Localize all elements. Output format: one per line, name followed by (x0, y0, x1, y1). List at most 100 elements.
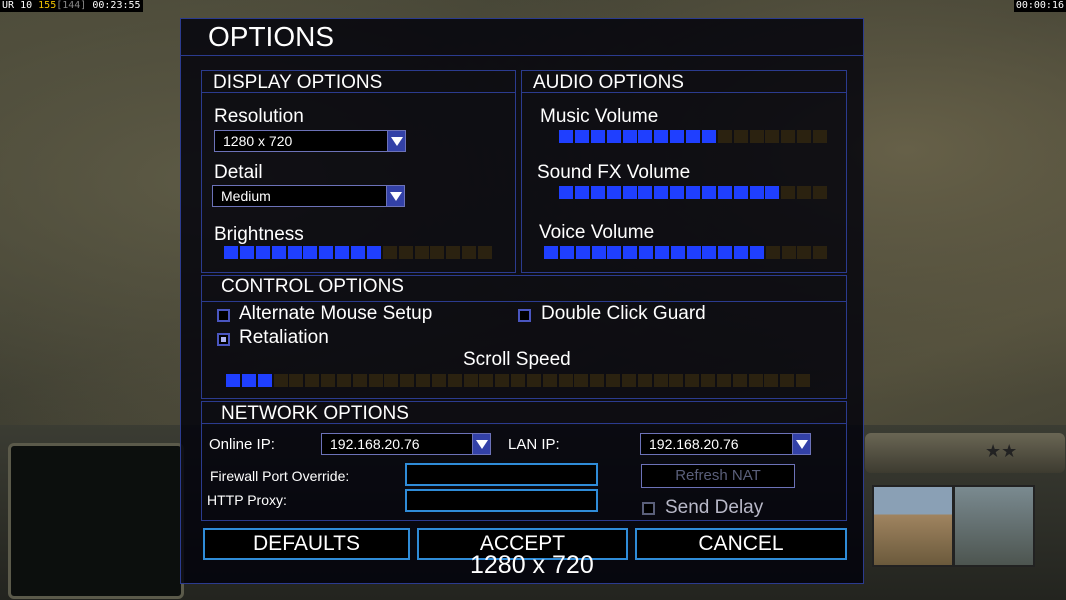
slider-segment[interactable] (415, 246, 429, 259)
slider-segment[interactable] (654, 130, 668, 143)
slider-segment[interactable] (750, 186, 764, 199)
slider-segment[interactable] (559, 130, 573, 143)
slider-segment[interactable] (272, 246, 286, 259)
slider-segment[interactable] (256, 246, 270, 259)
slider-segment[interactable] (671, 246, 685, 259)
slider-segment[interactable] (274, 374, 288, 387)
chevron-down-icon[interactable] (472, 434, 490, 454)
double-click-guard-checkbox[interactable] (518, 309, 531, 322)
chevron-down-icon[interactable] (387, 131, 405, 151)
slider-segment[interactable] (446, 246, 460, 259)
slider-segment[interactable] (734, 130, 748, 143)
slider-segment[interactable] (623, 186, 637, 199)
slider-segment[interactable] (797, 130, 811, 143)
slider-segment[interactable] (765, 186, 779, 199)
slider-segment[interactable] (258, 374, 272, 387)
slider-segment[interactable] (622, 374, 636, 387)
slider-segment[interactable] (576, 246, 590, 259)
slider-segment[interactable] (511, 374, 525, 387)
slider-segment[interactable] (305, 374, 319, 387)
slider-segment[interactable] (670, 130, 684, 143)
slider-segment[interactable] (575, 130, 589, 143)
slider-segment[interactable] (321, 374, 335, 387)
send-delay-checkbox[interactable] (642, 502, 655, 515)
music-volume-slider[interactable] (559, 130, 829, 143)
slider-segment[interactable] (303, 246, 317, 259)
slider-segment[interactable] (623, 130, 637, 143)
slider-segment[interactable] (654, 186, 668, 199)
slider-segment[interactable] (369, 374, 383, 387)
slider-segment[interactable] (607, 246, 621, 259)
slider-segment[interactable] (813, 246, 827, 259)
slider-segment[interactable] (527, 374, 541, 387)
brightness-slider[interactable] (224, 246, 494, 259)
slider-segment[interactable] (766, 246, 780, 259)
slider-segment[interactable] (353, 374, 367, 387)
voice-volume-slider[interactable] (544, 246, 829, 259)
slider-segment[interactable] (559, 186, 573, 199)
slider-segment[interactable] (733, 374, 747, 387)
slider-segment[interactable] (335, 246, 349, 259)
slider-segment[interactable] (687, 246, 701, 259)
slider-segment[interactable] (591, 186, 605, 199)
slider-segment[interactable] (384, 374, 398, 387)
slider-segment[interactable] (750, 130, 764, 143)
slider-segment[interactable] (670, 186, 684, 199)
defaults-button[interactable]: DEFAULTS (203, 528, 410, 560)
resolution-dropdown[interactable]: 1280 x 720 (214, 130, 406, 152)
slider-segment[interactable] (638, 130, 652, 143)
slider-segment[interactable] (319, 246, 333, 259)
slider-segment[interactable] (717, 374, 731, 387)
slider-segment[interactable] (543, 374, 557, 387)
slider-segment[interactable] (289, 374, 303, 387)
slider-segment[interactable] (781, 186, 795, 199)
slider-segment[interactable] (686, 186, 700, 199)
slider-segment[interactable] (383, 246, 397, 259)
slider-segment[interactable] (416, 374, 430, 387)
slider-segment[interactable] (559, 374, 573, 387)
slider-segment[interactable] (702, 186, 716, 199)
slider-segment[interactable] (478, 246, 492, 259)
slider-segment[interactable] (750, 246, 764, 259)
slider-segment[interactable] (813, 130, 827, 143)
http-proxy-input[interactable] (405, 489, 598, 512)
slider-segment[interactable] (734, 186, 748, 199)
slider-segment[interactable] (623, 246, 637, 259)
slider-segment[interactable] (399, 246, 413, 259)
slider-segment[interactable] (718, 130, 732, 143)
slider-segment[interactable] (544, 246, 558, 259)
slider-segment[interactable] (224, 246, 238, 259)
slider-segment[interactable] (226, 374, 240, 387)
slider-segment[interactable] (813, 186, 827, 199)
slider-segment[interactable] (782, 246, 796, 259)
refresh-nat-button[interactable]: Refresh NAT (641, 464, 795, 488)
slider-segment[interactable] (479, 374, 493, 387)
slider-segment[interactable] (781, 130, 795, 143)
slider-segment[interactable] (607, 130, 621, 143)
slider-segment[interactable] (606, 374, 620, 387)
slider-segment[interactable] (669, 374, 683, 387)
slider-segment[interactable] (240, 246, 254, 259)
slider-segment[interactable] (337, 374, 351, 387)
slider-segment[interactable] (686, 130, 700, 143)
detail-dropdown[interactable]: Medium (212, 185, 405, 207)
slider-segment[interactable] (495, 374, 509, 387)
slider-segment[interactable] (702, 130, 716, 143)
slider-segment[interactable] (590, 374, 604, 387)
slider-segment[interactable] (462, 246, 476, 259)
chevron-down-icon[interactable] (792, 434, 810, 454)
online-ip-dropdown[interactable]: 192.168.20.76 (321, 433, 491, 455)
slider-segment[interactable] (749, 374, 763, 387)
slider-segment[interactable] (718, 186, 732, 199)
slider-segment[interactable] (432, 374, 446, 387)
slider-segment[interactable] (797, 186, 811, 199)
slider-segment[interactable] (607, 186, 621, 199)
slider-segment[interactable] (765, 130, 779, 143)
slider-segment[interactable] (639, 246, 653, 259)
slider-segment[interactable] (796, 374, 810, 387)
slider-segment[interactable] (448, 374, 462, 387)
unit-thumbnail[interactable] (953, 485, 1035, 567)
slider-segment[interactable] (288, 246, 302, 259)
slider-segment[interactable] (701, 374, 715, 387)
slider-segment[interactable] (367, 246, 381, 259)
